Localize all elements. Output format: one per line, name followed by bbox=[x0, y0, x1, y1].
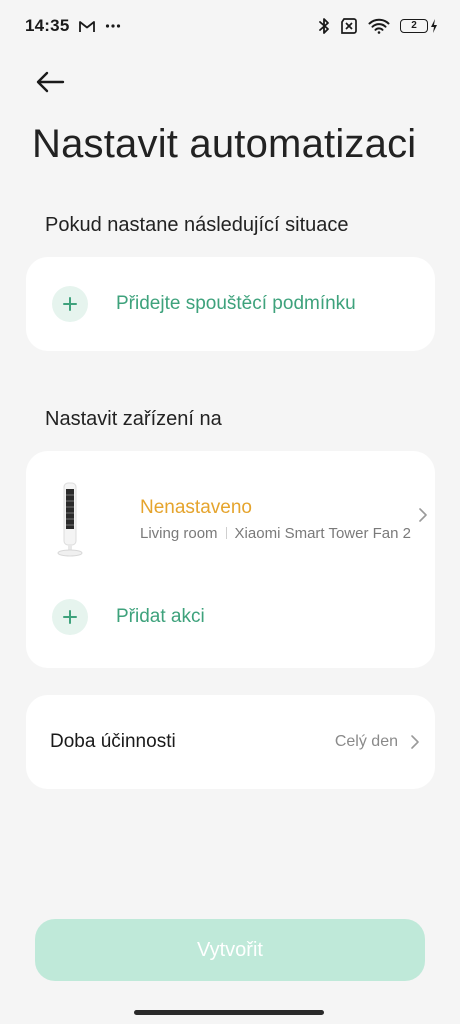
device-room: Living room bbox=[140, 524, 218, 542]
device-meta: Living room Xiaomi Smart Tower Fan 2 bbox=[140, 525, 411, 542]
charging-icon bbox=[431, 19, 437, 33]
device-row[interactable]: Nenastaveno Living room Xiaomi Smart Tow… bbox=[52, 481, 427, 557]
period-card: Doba účinnosti Celý den bbox=[26, 695, 435, 789]
battery-level: 2 bbox=[400, 19, 428, 33]
trigger-card: Přidejte spouštěcí podmínku bbox=[26, 257, 435, 351]
wifi-icon bbox=[368, 18, 390, 34]
add-action-button[interactable]: Přidat akci bbox=[52, 599, 205, 635]
back-button[interactable] bbox=[32, 66, 68, 98]
battery-indicator: 2 bbox=[400, 19, 438, 33]
page-title: Nastavit automatizaci bbox=[32, 122, 417, 166]
device-status: Nenastaveno bbox=[140, 496, 252, 518]
device-info: Nenastaveno Living room Xiaomi Smart Tow… bbox=[140, 497, 411, 542]
add-trigger-label: Přidejte spouštěcí podmínku bbox=[116, 293, 356, 314]
device-name: Xiaomi Smart Tower Fan 2 bbox=[234, 524, 412, 542]
sim-off-icon bbox=[340, 18, 358, 34]
screen: 14:35 2 Nastavit automatizaci Pokud nast… bbox=[0, 0, 460, 1024]
status-time: 14:35 bbox=[25, 16, 70, 35]
tower-fan-image bbox=[52, 481, 88, 557]
plus-icon bbox=[52, 286, 88, 322]
period-value: Celý den bbox=[334, 733, 398, 750]
meta-divider bbox=[225, 527, 227, 539]
add-action-label: Přidat akci bbox=[116, 606, 205, 627]
status-right: 2 bbox=[318, 17, 438, 35]
chevron-right-icon bbox=[411, 735, 419, 749]
trigger-section-label: Pokud nastane následující situace bbox=[45, 214, 349, 236]
chevron-right-icon bbox=[418, 507, 428, 528]
home-indicator[interactable] bbox=[134, 1010, 324, 1015]
status-left: 14:35 bbox=[25, 16, 121, 36]
gmail-icon bbox=[79, 20, 96, 33]
effective-period-row[interactable]: Doba účinnosti Celý den bbox=[50, 695, 420, 789]
device-section-label: Nastavit zařízení na bbox=[45, 408, 222, 430]
add-trigger-button[interactable]: Přidejte spouštěcí podmínku bbox=[52, 286, 356, 322]
more-dots-icon bbox=[105, 23, 121, 29]
create-button[interactable]: Vytvořit bbox=[35, 919, 425, 981]
plus-icon bbox=[52, 599, 88, 635]
arrow-left-icon bbox=[36, 71, 65, 93]
status-bar: 14:35 2 bbox=[0, 0, 460, 52]
device-card: Nenastaveno Living room Xiaomi Smart Tow… bbox=[26, 451, 435, 668]
period-right: Celý den bbox=[335, 733, 420, 751]
bluetooth-icon bbox=[318, 17, 330, 35]
period-label: Doba účinnosti bbox=[50, 731, 176, 752]
